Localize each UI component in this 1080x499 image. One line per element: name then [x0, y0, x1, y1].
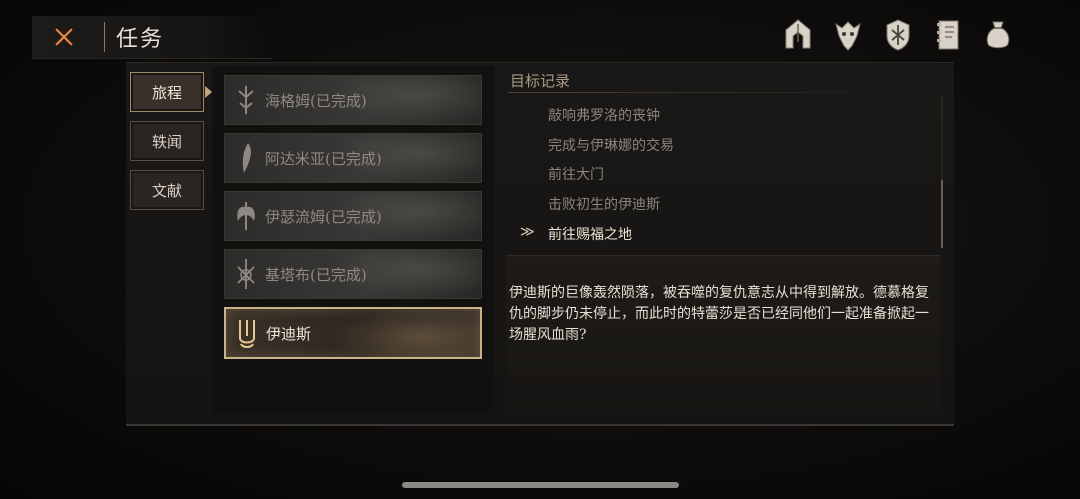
- home-indicator[interactable]: [402, 482, 679, 488]
- objective-item: 完成与伊琳娜的交易: [548, 138, 674, 154]
- quest-label: 伊迪斯: [266, 324, 312, 343]
- tab-documents[interactable]: 文献: [130, 170, 204, 210]
- beast-mask-icon: [835, 21, 861, 51]
- beast-mask-button[interactable]: [832, 17, 864, 53]
- header-divider: [104, 22, 105, 52]
- panel-bottom-border: [126, 424, 954, 426]
- tab-journey[interactable]: 旅程: [130, 72, 212, 112]
- objective-item: 前往大门: [548, 167, 604, 183]
- crossed-sigil-icon: [231, 254, 261, 294]
- helmet-button[interactable]: [782, 17, 814, 53]
- objective-item: 击败初生的伊迪斯: [548, 197, 660, 213]
- flame-crest-icon: [232, 313, 262, 353]
- current-objective-arrow-icon: ≫: [520, 224, 535, 240]
- quest-item-kitab[interactable]: 基塔布(已完成): [224, 249, 482, 299]
- feather-blade-icon: [231, 138, 261, 178]
- winged-axe-icon: [231, 196, 261, 236]
- quest-label: 阿达米亚(已完成): [265, 149, 382, 168]
- close-button[interactable]: [42, 22, 86, 52]
- pouch-icon: [986, 21, 1010, 49]
- quest-item-haggum[interactable]: 海格姆(已完成): [224, 75, 482, 125]
- top-menu-icons: [782, 17, 1014, 53]
- close-icon: [55, 28, 73, 46]
- quest-label: 伊瑟流姆(已完成): [265, 207, 382, 226]
- page-title: 任务: [116, 27, 165, 52]
- objective-item: 敲响弗罗洛的丧钟: [548, 108, 660, 124]
- quest-item-isolium[interactable]: 伊瑟流姆(已完成): [224, 191, 482, 241]
- tab-anecdotes[interactable]: 轶闻: [130, 121, 204, 161]
- objectives-list: 敲响弗罗洛的丧钟 完成与伊琳娜的交易 前往大门 击败初生的伊迪斯 ≫ 前往赐福之…: [518, 100, 938, 248]
- quest-description: 伊迪斯的巨像轰然陨落，被吞噬的复仇意志从中得到解放。德慕格复仇的脚步仍未停止，而…: [509, 285, 929, 343]
- objective-item-current: 前往赐福之地: [548, 227, 632, 243]
- objectives-title: 目标记录: [510, 72, 571, 90]
- pouch-button[interactable]: [982, 17, 1014, 53]
- helmet-icon: [785, 19, 811, 49]
- journal-icon: [937, 20, 959, 50]
- rune-icon: [231, 80, 261, 120]
- journal-button[interactable]: [932, 17, 964, 53]
- header-bar: 任务: [32, 16, 272, 59]
- objectives-scrollbar-thumb[interactable]: [941, 180, 943, 248]
- shield-crest-icon: [886, 19, 910, 51]
- objectives-divider: [508, 92, 908, 93]
- quest-art: [330, 309, 480, 357]
- quest-label: 基塔布(已完成): [265, 265, 367, 284]
- quest-item-idis[interactable]: 伊迪斯: [224, 307, 482, 359]
- quest-item-adamia[interactable]: 阿达米亚(已完成): [224, 133, 482, 183]
- shield-crest-button[interactable]: [882, 17, 914, 53]
- quest-label: 海格姆(已完成): [265, 91, 367, 110]
